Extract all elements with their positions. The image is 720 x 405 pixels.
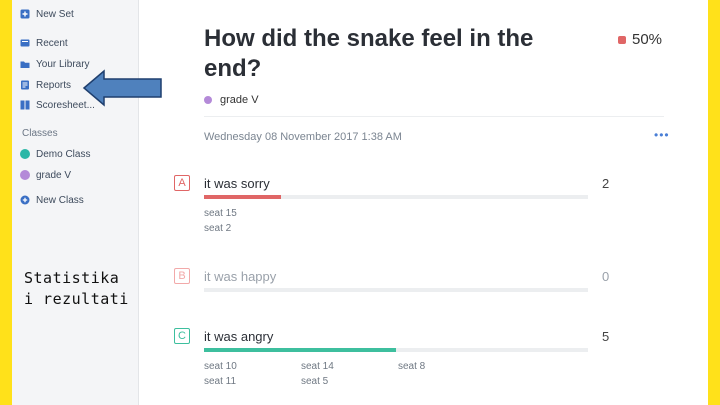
sidebar-item-label: grade V	[36, 169, 72, 181]
divider	[204, 116, 664, 117]
answer-progress-bar	[204, 195, 588, 199]
sidebar-item-label: Reports	[36, 79, 72, 91]
sidebar-item-new-class[interactable]: New Class	[20, 192, 84, 208]
folder-icon	[20, 59, 30, 69]
score-marker-icon	[618, 35, 626, 44]
score-indicator: 50%	[618, 31, 662, 48]
question-title: How did the snake feel in the end?	[204, 25, 534, 82]
answer-progress-fill	[204, 195, 281, 199]
answer-progress-bar	[204, 288, 588, 292]
seat-label: seat 11	[204, 376, 237, 387]
answer-count: 0	[602, 269, 610, 284]
answer-count: 2	[602, 176, 610, 191]
reports-icon	[20, 80, 30, 90]
sidebar-item-label: New Set	[36, 8, 74, 20]
class-color-dot-icon	[20, 170, 30, 180]
app-screen: New Set Recent Your Library Reports Scor…	[12, 0, 708, 405]
answer-letter-badge: C	[174, 328, 190, 344]
seat-label: seat 2	[204, 223, 232, 234]
sidebar-item-reports[interactable]: Reports	[20, 77, 71, 93]
class-color-dot-icon	[204, 96, 212, 104]
caption-line: i rezultati	[24, 290, 129, 308]
seat-label: seat 10	[204, 361, 237, 372]
report-date: Wednesday 08 November 2017 1:38 AM	[204, 131, 402, 143]
seat-label: seat 5	[301, 376, 329, 387]
sidebar-class-demo-class[interactable]: Demo Class	[20, 146, 90, 162]
seat-label: seat 14	[301, 361, 334, 372]
answer-text: it was sorry	[204, 176, 270, 191]
class-color-dot-icon	[20, 149, 30, 159]
answer-progress-fill	[204, 348, 396, 352]
answer-progress-bar	[204, 348, 588, 352]
clock-icon	[20, 38, 30, 48]
sidebar-item-label: Demo Class	[36, 148, 91, 160]
plus-circle-icon	[20, 195, 30, 205]
answer-text: it was happy	[204, 269, 277, 284]
sidebar-class-grade-v[interactable]: grade V	[20, 167, 71, 183]
answer-letter-badge: A	[174, 175, 190, 191]
class-name: grade V	[220, 94, 259, 106]
caption-line: Statistika	[24, 269, 120, 287]
class-tag: grade V	[204, 94, 259, 106]
sidebar: New Set Recent Your Library Reports Scor…	[12, 0, 139, 405]
sidebar-item-recent[interactable]: Recent	[20, 35, 68, 51]
score-value: 50%	[632, 31, 663, 48]
seat-label: seat 8	[398, 361, 426, 372]
sidebar-item-new-set[interactable]: New Set	[20, 6, 74, 22]
plus-square-icon	[20, 9, 30, 19]
answer-text: it was angry	[204, 329, 274, 344]
sidebar-item-label: Recent	[36, 37, 68, 49]
seat-label: seat 15	[204, 208, 237, 219]
classes-heading: Classes	[22, 128, 58, 139]
answer-count: 5	[602, 329, 610, 344]
scoresheet-icon	[20, 100, 30, 110]
answer-letter-badge: B	[174, 268, 190, 284]
report-detail: How did the snake feel in the end? 50% g…	[138, 0, 708, 405]
slide-caption: Statistika i rezultati	[24, 268, 129, 310]
sidebar-item-your-library[interactable]: Your Library	[20, 56, 90, 72]
more-options-button[interactable]: •••	[654, 128, 670, 142]
sidebar-item-label: New Class	[36, 194, 84, 206]
